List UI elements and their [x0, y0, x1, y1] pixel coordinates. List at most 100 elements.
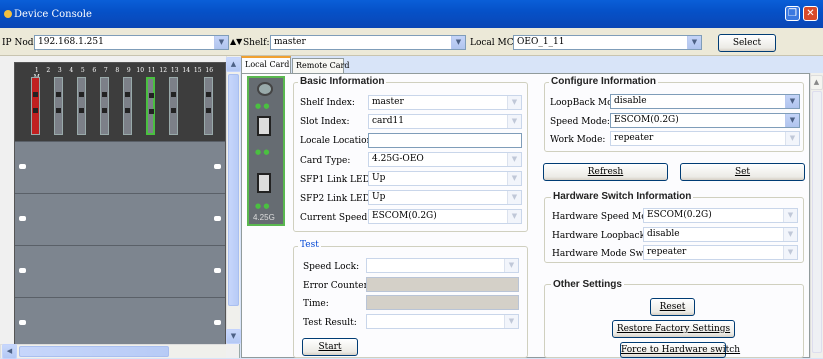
scroll-up-icon[interactable]: ▲	[226, 57, 241, 72]
chevron-down-icon: ▼	[785, 132, 799, 145]
screw-icon	[257, 82, 273, 96]
slot-number: 9	[126, 67, 131, 74]
close-window-button[interactable]: ✕	[803, 6, 818, 21]
rack-card[interactable]	[169, 77, 178, 135]
empty-shelf[interactable]	[15, 245, 225, 297]
locale-location-input[interactable]	[368, 133, 522, 148]
rack-vertical-scrollbar[interactable]: ▲ ▼	[226, 56, 241, 344]
chevron-down-icon: ▼	[783, 209, 797, 222]
card-type-label: Card Type:	[300, 156, 351, 166]
speed-mode-select[interactable]: ESCOM(0.2G) ▼	[610, 113, 800, 128]
slot-number: 14	[182, 67, 191, 74]
window-title: Device Console	[14, 9, 92, 20]
local-mc-value: OEO_1_11	[517, 37, 565, 47]
ip-node-value: 192.168.1.251	[38, 37, 104, 47]
shelf-index-label: Shelf Index:	[300, 98, 355, 108]
error-counter-field	[366, 277, 519, 292]
empty-shelf[interactable]	[15, 297, 225, 349]
node-toolbar: IP Node 192.168.1.251 ▼ ▲▼ Shelf: master…	[0, 28, 823, 56]
rack-shelf-master: 12345678910111213141516M	[15, 63, 225, 141]
chevron-down-icon[interactable]: ▼	[785, 114, 799, 127]
sfp2-link-led-field: Up ▼	[368, 190, 522, 205]
slot-number: 4	[69, 67, 74, 74]
ip-node-spinner-icon[interactable]: ▲▼	[230, 37, 242, 46]
rack-chassis: 12345678910111213141516M	[14, 62, 226, 352]
scroll-down-icon[interactable]: ▼	[226, 329, 241, 344]
card-type-field: 4.25G-OEO ▼	[368, 152, 522, 167]
chevron-down-icon[interactable]: ▼	[687, 36, 701, 49]
slot-number: 16	[205, 67, 214, 74]
hardware-speed-mode-field: ESCOM(0.2G) ▼	[643, 208, 798, 223]
chevron-down-icon[interactable]: ▼	[504, 259, 518, 272]
scroll-thumb[interactable]	[19, 346, 169, 357]
rack-card[interactable]	[77, 77, 86, 135]
shelf-value: master	[274, 37, 306, 47]
slot-number: 13	[170, 67, 179, 74]
set-button[interactable]: Set	[680, 163, 805, 181]
current-speed-field: ESCOM(0.2G) ▼	[368, 209, 522, 224]
shelf-index-value: master	[372, 97, 404, 107]
force-hardware-switch-button[interactable]: Force to Hardware switch	[620, 342, 740, 358]
chevron-down-icon: ▼	[507, 115, 521, 128]
sfp-port-icon	[257, 173, 271, 193]
chevron-down-icon: ▼	[783, 228, 797, 241]
sfp2-link-led-label: SFP2 Link LED	[300, 194, 370, 204]
scroll-thumb[interactable]	[228, 74, 239, 306]
tab-remote-card[interactable]: Remote Card	[292, 58, 350, 73]
scroll-left-icon[interactable]: ◀	[2, 344, 17, 359]
start-button[interactable]: Start	[302, 338, 358, 356]
other-settings-title: Other Settings	[551, 279, 624, 290]
title-bar: Device Console ❐ ✕	[0, 0, 823, 28]
chevron-down-icon: ▼	[783, 246, 797, 259]
time-label: Time:	[303, 299, 329, 309]
select-button[interactable]: Select	[718, 34, 776, 52]
hardware-speed-mode-value: ESCOM(0.2G)	[647, 210, 712, 220]
test-result-field: ▼	[366, 314, 519, 329]
slot-number: 5	[80, 67, 85, 74]
slot-number: 6	[92, 67, 97, 74]
panel-vertical-scrollbar[interactable]: ▲	[810, 73, 823, 358]
tab-local-card[interactable]: Local Card	[241, 56, 291, 73]
slot-index-value: card11	[372, 116, 404, 126]
rack-horizontal-scrollbar[interactable]: ◀	[0, 344, 226, 359]
current-speed-label: Current Speed:	[300, 213, 371, 223]
work-mode-label: Work Mode:	[550, 135, 606, 145]
status-led-icon: ● ●	[255, 148, 270, 156]
scroll-track[interactable]	[812, 91, 822, 353]
rack-card[interactable]	[203, 77, 213, 135]
speed-lock-select[interactable]: ▼	[366, 258, 519, 273]
empty-shelf[interactable]	[15, 141, 225, 193]
chevron-down-icon[interactable]: ▼	[214, 36, 228, 49]
chevron-down-icon: ▼	[507, 96, 521, 109]
reset-button[interactable]: Reset	[650, 298, 695, 316]
slot-number: 11	[147, 67, 156, 74]
empty-shelf[interactable]	[15, 193, 225, 245]
slot-number: 7	[103, 67, 108, 74]
card-front-preview: ● ● ● ● ● ● 4.25G	[247, 76, 285, 226]
restore-factory-settings-button[interactable]: Restore Factory Settings	[612, 320, 735, 338]
shelf-select[interactable]: master ▼	[270, 35, 466, 50]
chevron-down-icon[interactable]: ▼	[785, 95, 799, 108]
slot-index-label: Slot Index:	[300, 117, 350, 127]
refresh-button[interactable]: Refresh	[543, 163, 668, 181]
rack-card-selected[interactable]	[146, 77, 155, 135]
speed-mode-label: Speed Mode:	[550, 117, 610, 127]
chevron-down-icon[interactable]: ▼	[451, 36, 465, 49]
rack-card[interactable]	[54, 77, 63, 135]
restore-window-button[interactable]: ❐	[785, 6, 800, 21]
slot-number: 15	[193, 67, 202, 74]
scroll-up-icon[interactable]: ▲	[810, 75, 823, 90]
rack-card[interactable]	[31, 77, 40, 135]
speed-mode-value: ESCOM(0.2G)	[614, 115, 679, 125]
ip-node-select[interactable]: 192.168.1.251 ▼	[34, 35, 229, 50]
work-mode-value: repeater	[614, 133, 654, 143]
status-led-icon: ● ●	[255, 202, 270, 210]
rack-card[interactable]	[100, 77, 109, 135]
rack-card[interactable]	[123, 77, 132, 135]
chevron-down-icon: ▼	[507, 191, 521, 204]
hardware-switch-title: Hardware Switch Information	[551, 191, 694, 202]
local-mc-select[interactable]: OEO_1_11 ▼	[513, 35, 702, 50]
slot-number: 10	[136, 67, 145, 74]
loopback-mode-select[interactable]: disable ▼	[610, 94, 800, 109]
slot-number: 2	[46, 67, 51, 74]
